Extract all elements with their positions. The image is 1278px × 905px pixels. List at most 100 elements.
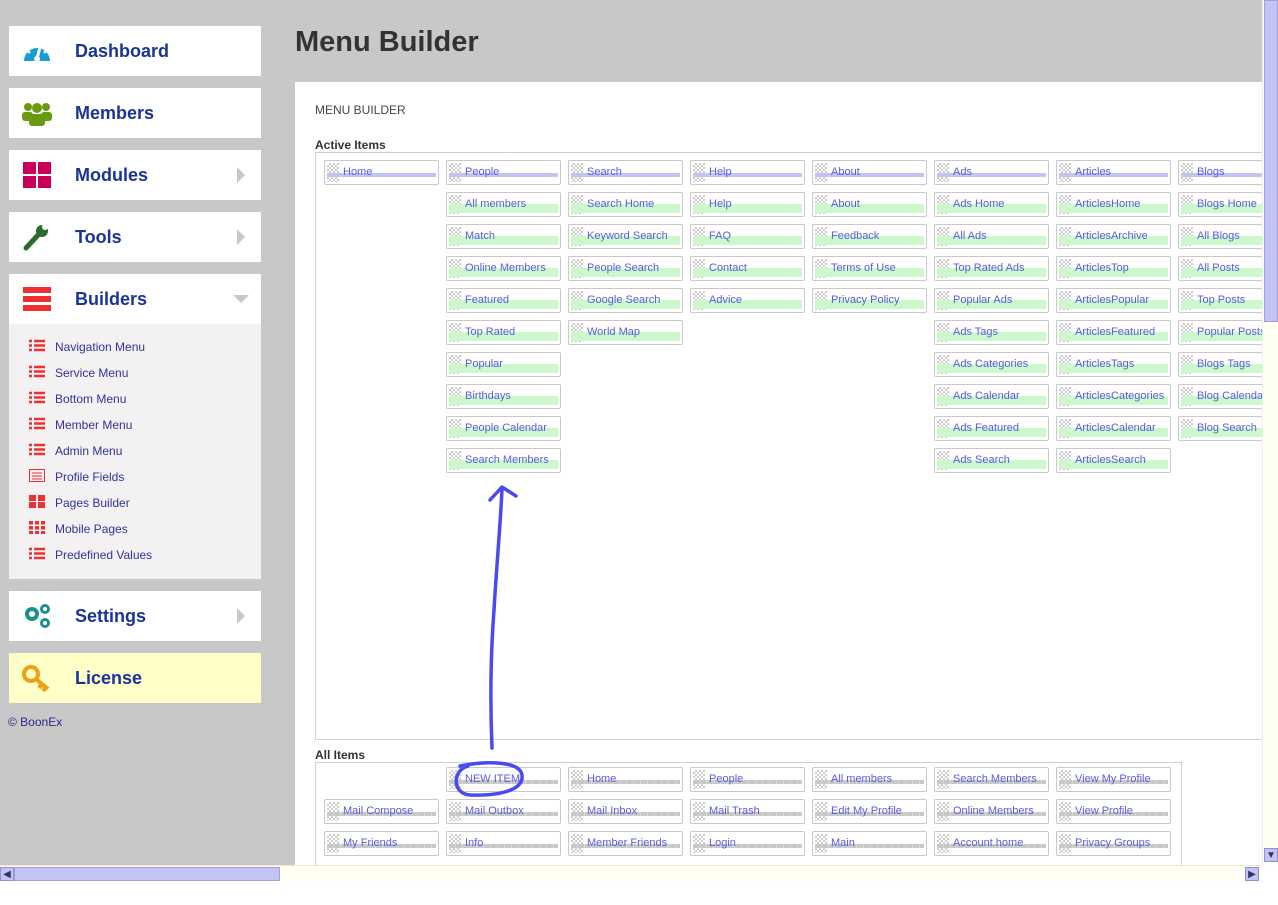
- menu-item[interactable]: Keyword Search: [568, 224, 683, 249]
- sidebar-item-builders[interactable]: Builders: [9, 274, 261, 324]
- menu-item[interactable]: Ads Tags: [934, 320, 1049, 345]
- menu-item[interactable]: Account home: [934, 831, 1049, 856]
- menu-item[interactable]: Match: [446, 224, 561, 249]
- menu-item[interactable]: Top Rated: [446, 320, 561, 345]
- menu-item[interactable]: View My Profile: [1056, 767, 1171, 792]
- submenu-item[interactable]: Bottom Menu: [9, 386, 261, 412]
- menu-item[interactable]: People Search: [568, 256, 683, 281]
- sidebar-item-tools[interactable]: Tools: [9, 212, 261, 262]
- menu-item[interactable]: Help: [690, 192, 805, 217]
- menu-item[interactable]: Main: [812, 831, 927, 856]
- menu-item[interactable]: Articles: [1056, 160, 1171, 185]
- menu-item[interactable]: ArticlesCalendar: [1056, 416, 1171, 441]
- menu-item[interactable]: FAQ: [690, 224, 805, 249]
- menu-item[interactable]: Top Posts: [1178, 288, 1262, 313]
- menu-item[interactable]: Blogs Home: [1178, 192, 1262, 217]
- menu-item[interactable]: Login: [690, 831, 805, 856]
- menu-item[interactable]: ArticlesFeatured: [1056, 320, 1171, 345]
- scroll-right-button[interactable]: ▶: [1245, 867, 1259, 881]
- menu-item[interactable]: ArticlesPopular: [1056, 288, 1171, 313]
- submenu-item[interactable]: Navigation Menu: [9, 334, 261, 360]
- sidebar-item-modules[interactable]: Modules: [9, 150, 261, 200]
- menu-item[interactable]: Ads Categories: [934, 352, 1049, 377]
- menu-item[interactable]: About: [812, 192, 927, 217]
- menu-item[interactable]: People: [690, 767, 805, 792]
- menu-item[interactable]: Search Members: [446, 448, 561, 473]
- menu-item[interactable]: All Blogs: [1178, 224, 1262, 249]
- menu-item[interactable]: Top Rated Ads: [934, 256, 1049, 281]
- menu-item[interactable]: ArticlesTop: [1056, 256, 1171, 281]
- menu-item-label: Blogs: [1197, 166, 1225, 178]
- submenu-item[interactable]: Profile Fields: [9, 464, 261, 490]
- menu-item[interactable]: Popular: [446, 352, 561, 377]
- menu-item[interactable]: Privacy Groups: [1056, 831, 1171, 856]
- sidebar-item-settings[interactable]: Settings: [9, 591, 261, 641]
- menu-item[interactable]: Help: [690, 160, 805, 185]
- menu-item[interactable]: ArticlesHome: [1056, 192, 1171, 217]
- menu-item[interactable]: Mail Outbox: [446, 799, 561, 824]
- menu-item[interactable]: Ads: [934, 160, 1049, 185]
- menu-item[interactable]: Info: [446, 831, 561, 856]
- menu-item[interactable]: Google Search: [568, 288, 683, 313]
- menu-item[interactable]: Home: [568, 767, 683, 792]
- menu-item[interactable]: NEW ITEM: [446, 767, 561, 792]
- submenu-item[interactable]: Service Menu: [9, 360, 261, 386]
- menu-item[interactable]: About: [812, 160, 927, 185]
- menu-item[interactable]: ArticlesTags: [1056, 352, 1171, 377]
- submenu-item[interactable]: Admin Menu: [9, 438, 261, 464]
- menu-item[interactable]: ArticlesSearch: [1056, 448, 1171, 473]
- menu-item[interactable]: Mail Compose: [324, 799, 439, 824]
- submenu-item[interactable]: Mobile Pages: [9, 516, 261, 542]
- menu-item[interactable]: Search Members: [934, 767, 1049, 792]
- menu-item[interactable]: All Ads: [934, 224, 1049, 249]
- menu-item[interactable]: Ads Home: [934, 192, 1049, 217]
- scroll-down-button[interactable]: ▼: [1264, 848, 1278, 862]
- scroll-left-button[interactable]: ◀: [0, 867, 14, 881]
- menu-item[interactable]: My Friends: [324, 831, 439, 856]
- menu-item[interactable]: All Posts: [1178, 256, 1262, 281]
- vertical-scrollbar[interactable]: ▼: [1262, 0, 1278, 865]
- menu-item[interactable]: View Profile: [1056, 799, 1171, 824]
- menu-item[interactable]: Popular Ads: [934, 288, 1049, 313]
- menu-item[interactable]: Blogs: [1178, 160, 1262, 185]
- sidebar-item-dashboard[interactable]: Dashboard: [9, 26, 261, 76]
- menu-item[interactable]: Mail Trash: [690, 799, 805, 824]
- sidebar-item-members[interactable]: Members: [9, 88, 261, 138]
- menu-item[interactable]: Privacy Policy: [812, 288, 927, 313]
- menu-item[interactable]: Mail Inbox: [568, 799, 683, 824]
- menu-item[interactable]: Feedback: [812, 224, 927, 249]
- menu-item[interactable]: Contact: [690, 256, 805, 281]
- menu-item[interactable]: Featured: [446, 288, 561, 313]
- menu-item[interactable]: Search: [568, 160, 683, 185]
- submenu-item[interactable]: Pages Builder: [9, 490, 261, 516]
- horizontal-scroll-thumb[interactable]: [14, 867, 280, 881]
- sidebar-item-license[interactable]: License: [9, 653, 261, 703]
- menu-item[interactable]: ArticlesCategories: [1056, 384, 1171, 409]
- menu-item[interactable]: Member Friends: [568, 831, 683, 856]
- menu-item[interactable]: Blog Calendar: [1178, 384, 1262, 409]
- menu-item[interactable]: All members: [812, 767, 927, 792]
- menu-item[interactable]: Birthdays: [446, 384, 561, 409]
- menu-item[interactable]: ArticlesArchive: [1056, 224, 1171, 249]
- menu-item[interactable]: Online Members: [934, 799, 1049, 824]
- submenu-item[interactable]: Predefined Values: [9, 542, 261, 568]
- menu-item[interactable]: Ads Featured: [934, 416, 1049, 441]
- menu-item[interactable]: Blogs Tags: [1178, 352, 1262, 377]
- menu-item[interactable]: Advice: [690, 288, 805, 313]
- menu-item[interactable]: Ads Search: [934, 448, 1049, 473]
- vertical-scroll-thumb[interactable]: [1264, 0, 1278, 322]
- horizontal-scrollbar[interactable]: ◀ ▶: [0, 865, 1262, 882]
- menu-item[interactable]: Edit My Profile: [812, 799, 927, 824]
- menu-item[interactable]: People Calendar: [446, 416, 561, 441]
- menu-item[interactable]: Search Home: [568, 192, 683, 217]
- menu-item[interactable]: Blog Search: [1178, 416, 1262, 441]
- menu-item[interactable]: All members: [446, 192, 561, 217]
- menu-item[interactable]: Home: [324, 160, 439, 185]
- menu-item[interactable]: People: [446, 160, 561, 185]
- menu-item[interactable]: Online Members: [446, 256, 561, 281]
- menu-item[interactable]: Terms of Use: [812, 256, 927, 281]
- submenu-item[interactable]: Member Menu: [9, 412, 261, 438]
- menu-item[interactable]: World Map: [568, 320, 683, 345]
- menu-item[interactable]: Popular Posts: [1178, 320, 1262, 345]
- menu-item[interactable]: Ads Calendar: [934, 384, 1049, 409]
